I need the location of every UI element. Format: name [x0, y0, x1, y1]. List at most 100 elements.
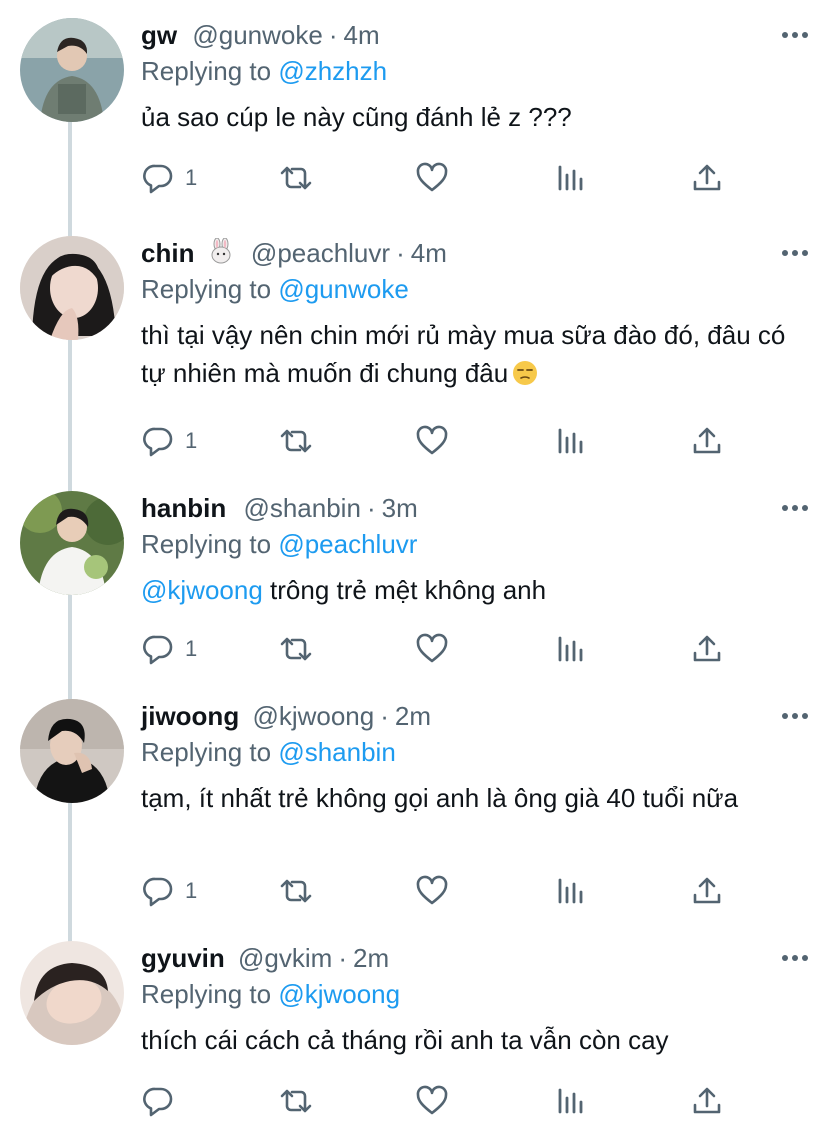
reply-button[interactable]: 1: [141, 421, 197, 461]
share-button[interactable]: [690, 1081, 724, 1121]
avatar[interactable]: [20, 699, 124, 803]
replying-to-mention[interactable]: @peachluvr: [278, 529, 417, 559]
views-button[interactable]: [554, 871, 588, 911]
like-button[interactable]: [415, 1081, 449, 1121]
tweet-actions: 1: [141, 629, 741, 669]
more-dots-icon[interactable]: [768, 236, 808, 270]
separator-dot: ·: [380, 701, 389, 731]
more-dots-icon[interactable]: [768, 18, 808, 52]
heart-icon: [415, 161, 449, 195]
mention-link[interactable]: @kjwoong: [141, 575, 263, 605]
replying-to-mention[interactable]: @shanbin: [278, 737, 395, 767]
tweet-text: thích cái cách cả tháng rồi anh ta vẫn c…: [141, 1021, 801, 1059]
replying-to: Replying to @zhzhzh: [141, 53, 808, 89]
timestamp[interactable]: 4m: [344, 20, 380, 50]
replying-to-label: Replying to: [141, 737, 272, 767]
separator-dot: ·: [338, 943, 347, 973]
retweet-button[interactable]: [276, 871, 316, 911]
reply-count: 1: [185, 165, 198, 190]
reply-count: 1: [185, 428, 198, 453]
retweet-button[interactable]: [276, 158, 316, 198]
display-name[interactable]: chin: [141, 238, 194, 268]
avatar[interactable]: [20, 491, 124, 595]
share-button[interactable]: [690, 629, 724, 669]
heart-icon: [415, 632, 449, 666]
more-dots-icon[interactable]: [768, 491, 808, 525]
views-button[interactable]: [554, 1081, 588, 1121]
display-name[interactable]: hanbin: [141, 493, 226, 523]
tweet-text: @kjwoong trông trẻ mệt không anh: [141, 571, 801, 609]
like-button[interactable]: [415, 629, 449, 669]
retweet-button[interactable]: [276, 421, 316, 461]
tweet-actions: [141, 1081, 741, 1121]
separator-dot: ·: [396, 238, 405, 268]
comment-icon: [141, 874, 175, 908]
share-button[interactable]: [690, 421, 724, 461]
like-button[interactable]: [415, 421, 449, 461]
replying-to-label: Replying to: [141, 529, 272, 559]
replying-to: Replying to @gunwoke: [141, 271, 808, 307]
timestamp[interactable]: 3m: [382, 493, 418, 523]
replying-to-mention[interactable]: @kjwoong: [278, 979, 400, 1009]
replying-to-label: Replying to: [141, 979, 272, 1009]
more-dots-icon[interactable]: [768, 699, 808, 733]
reply-button[interactable]: 1: [141, 158, 197, 198]
avatar[interactable]: [20, 941, 124, 1045]
heart-icon: [415, 424, 449, 458]
bar-chart-icon: [554, 1084, 588, 1118]
comment-icon: [141, 424, 175, 458]
display-name[interactable]: jiwoong: [141, 701, 239, 731]
retweet-icon: [276, 424, 316, 458]
replying-to: Replying to @shanbin: [141, 734, 808, 770]
tweet-text: ủa sao cúp le này cũng đánh lẻ z ???: [141, 98, 801, 136]
display-name[interactable]: gyuvin: [141, 943, 225, 973]
tweet-header: hanbin @shanbin · 3m: [141, 491, 808, 525]
timestamp[interactable]: 4m: [411, 238, 447, 268]
unamused-face-emoji: [512, 358, 538, 396]
reply-button[interactable]: 1: [141, 871, 197, 911]
user-handle[interactable]: @gvkim: [238, 943, 332, 973]
replying-to-mention[interactable]: @zhzhzh: [278, 56, 387, 86]
more-dots-icon[interactable]: [768, 941, 808, 975]
tweet-text-content: ủa sao cúp le này cũng đánh lẻ z ???: [141, 102, 572, 132]
share-icon: [690, 1084, 724, 1118]
share-icon: [690, 161, 724, 195]
retweet-icon: [276, 632, 316, 666]
avatar[interactable]: [20, 236, 124, 340]
replying-to-mention[interactable]: @gunwoke: [278, 274, 408, 304]
tweet-header: jiwoong @kjwoong · 2m: [141, 699, 808, 733]
share-button[interactable]: [690, 871, 724, 911]
user-handle[interactable]: @peachluvr: [251, 238, 390, 268]
tweet-text-content: thích cái cách cả tháng rồi anh ta vẫn c…: [141, 1025, 669, 1055]
retweet-button[interactable]: [276, 1081, 316, 1121]
bar-chart-icon: [554, 632, 588, 666]
share-icon: [690, 632, 724, 666]
views-button[interactable]: [554, 158, 588, 198]
like-button[interactable]: [415, 158, 449, 198]
user-handle[interactable]: @kjwoong: [252, 701, 374, 731]
bar-chart-icon: [554, 874, 588, 908]
share-button[interactable]: [690, 158, 724, 198]
views-button[interactable]: [554, 421, 588, 461]
avatar[interactable]: [20, 18, 124, 122]
comment-icon: [141, 632, 175, 666]
display-name[interactable]: gw: [141, 20, 177, 50]
views-button[interactable]: [554, 629, 588, 669]
heart-icon: [415, 1084, 449, 1118]
retweet-icon: [276, 161, 316, 195]
like-button[interactable]: [415, 871, 449, 911]
retweet-button[interactable]: [276, 629, 316, 669]
reply-button[interactable]: [141, 1081, 185, 1121]
timestamp[interactable]: 2m: [353, 943, 389, 973]
bar-chart-icon: [554, 424, 588, 458]
replying-to: Replying to @kjwoong: [141, 976, 808, 1012]
share-icon: [690, 874, 724, 908]
timestamp[interactable]: 2m: [395, 701, 431, 731]
reply-button[interactable]: 1: [141, 629, 197, 669]
user-handle[interactable]: @shanbin: [243, 493, 360, 523]
replying-to-label: Replying to: [141, 56, 272, 86]
bar-chart-icon: [554, 161, 588, 195]
tweet-text-content: tạm, ít nhất trẻ không gọi anh là ông gi…: [141, 783, 739, 813]
user-handle[interactable]: @gunwoke: [192, 20, 322, 50]
tweet-header: gw @gunwoke · 4m: [141, 18, 808, 52]
